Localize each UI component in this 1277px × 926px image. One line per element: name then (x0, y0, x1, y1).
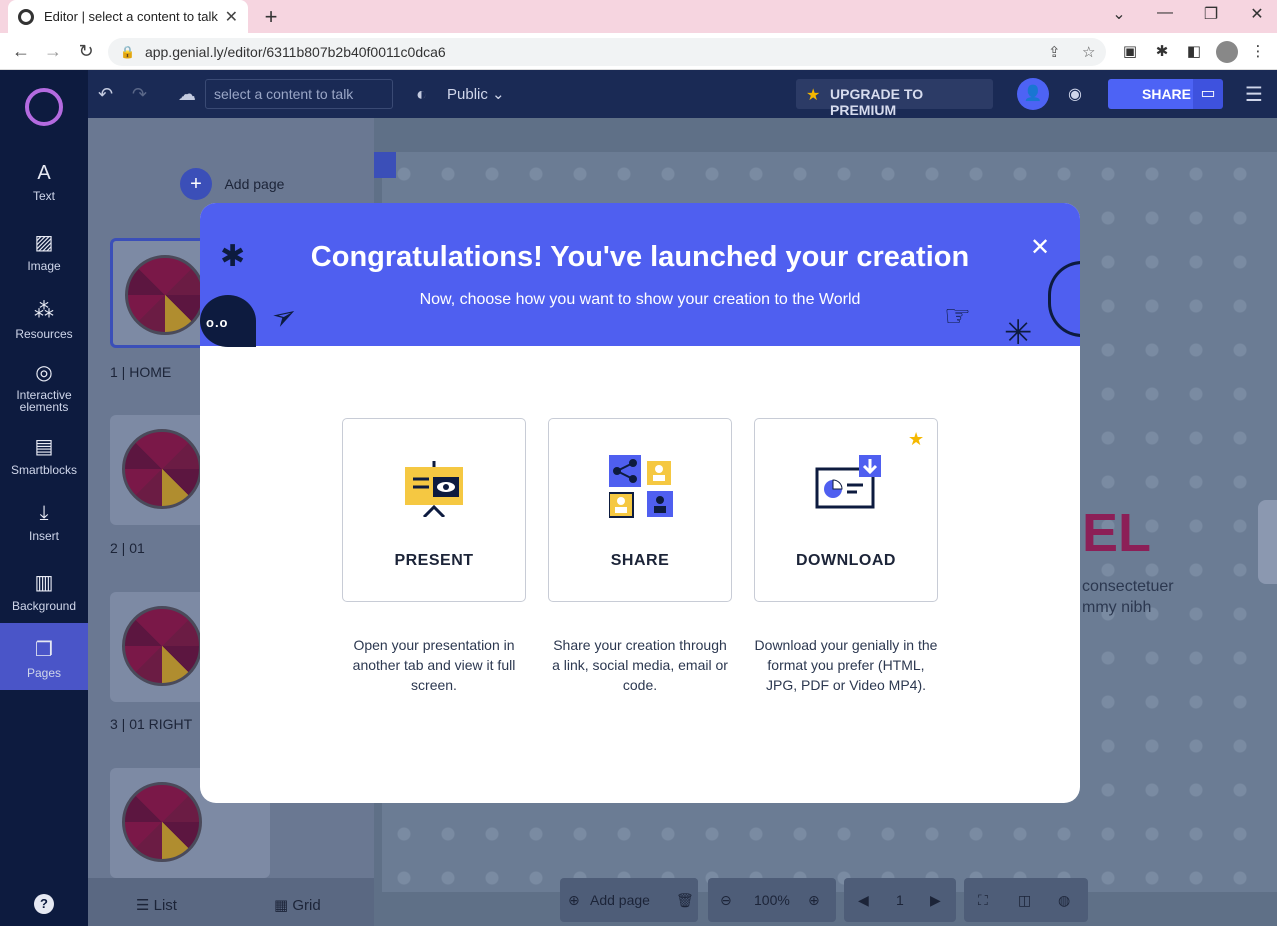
share-label: SHARE (610, 552, 670, 569)
url-text: app.genial.ly/editor/6311b807b2b40f0011c… (144, 44, 446, 60)
forward-icon[interactable]: → (42, 41, 64, 62)
presentation-screen-icon (405, 461, 463, 517)
bookmark-star-icon[interactable]: ☆ (1082, 43, 1095, 61)
browser-tab-bar: Editor | select a content to talk ✕ + ⌄ … (0, 0, 1277, 33)
premium-star-icon: ★ (908, 429, 925, 449)
profile-avatar[interactable] (1216, 41, 1238, 63)
modal-title: Congratulations! You've launched your cr… (310, 241, 970, 273)
reload-icon[interactable]: ↻ (75, 41, 97, 62)
blob-eyes: o.o (206, 315, 229, 330)
download-description: Download your genially in the format you… (754, 637, 938, 693)
modal-subtitle: Now, choose how you want to show your cr… (419, 291, 861, 308)
starburst-decoration-icon: ✳ (1004, 314, 1033, 352)
address-bar[interactable]: 🔒 app.genial.ly/editor/6311b807b2b40f001… (108, 38, 1106, 66)
tab-search-icon[interactable]: ⌄ (1109, 4, 1129, 24)
present-description: Open your presentation in another tab an… (352, 637, 516, 693)
minimize-icon[interactable]: — (1155, 4, 1175, 22)
present-option-card[interactable]: PRESENT (342, 418, 526, 602)
browser-toolbar: ← → ↻ 🔒 app.genial.ly/editor/6311b807b2b… (0, 33, 1277, 70)
back-icon[interactable]: ← (10, 41, 32, 62)
browser-menu-icon[interactable]: ⋮ (1249, 42, 1267, 60)
share-page-icon[interactable]: ⇪ (1048, 43, 1061, 61)
close-window-icon[interactable]: ✕ (1247, 4, 1267, 24)
close-modal-icon[interactable]: ✕ (1028, 233, 1052, 262)
launch-modal: ✱ o.o ➢ ☞ ✳ Congratulations! You've laun… (200, 203, 1080, 803)
new-tab-icon[interactable]: + (260, 4, 282, 30)
download-file-icon (815, 455, 881, 509)
browser-tab[interactable]: Editor | select a content to talk ✕ (8, 0, 248, 33)
present-label: PRESENT (394, 552, 474, 569)
restore-icon[interactable]: ❐ (1201, 4, 1221, 24)
download-label: DOWNLOAD (796, 552, 896, 569)
share-option-card[interactable]: SHARE (548, 418, 732, 602)
share-grid-icon (609, 455, 673, 518)
download-option-card[interactable]: ★ DOWNLOAD (754, 418, 938, 602)
extension-square-icon[interactable]: ▣ (1121, 42, 1139, 60)
tab-close-icon[interactable]: ✕ (225, 7, 238, 27)
tab-title: Editor | select a content to talk (44, 9, 218, 24)
share-description: Share your creation through a link, soci… (552, 637, 728, 693)
extensions-puzzle-icon[interactable]: ✱ (1153, 42, 1171, 60)
genially-favicon-icon (18, 8, 34, 25)
modal-header: ✱ o.o ➢ ☞ ✳ Congratulations! You've laun… (200, 203, 1080, 352)
side-panel-icon[interactable]: ◧ (1185, 42, 1203, 60)
lock-icon: 🔒 (120, 45, 135, 59)
